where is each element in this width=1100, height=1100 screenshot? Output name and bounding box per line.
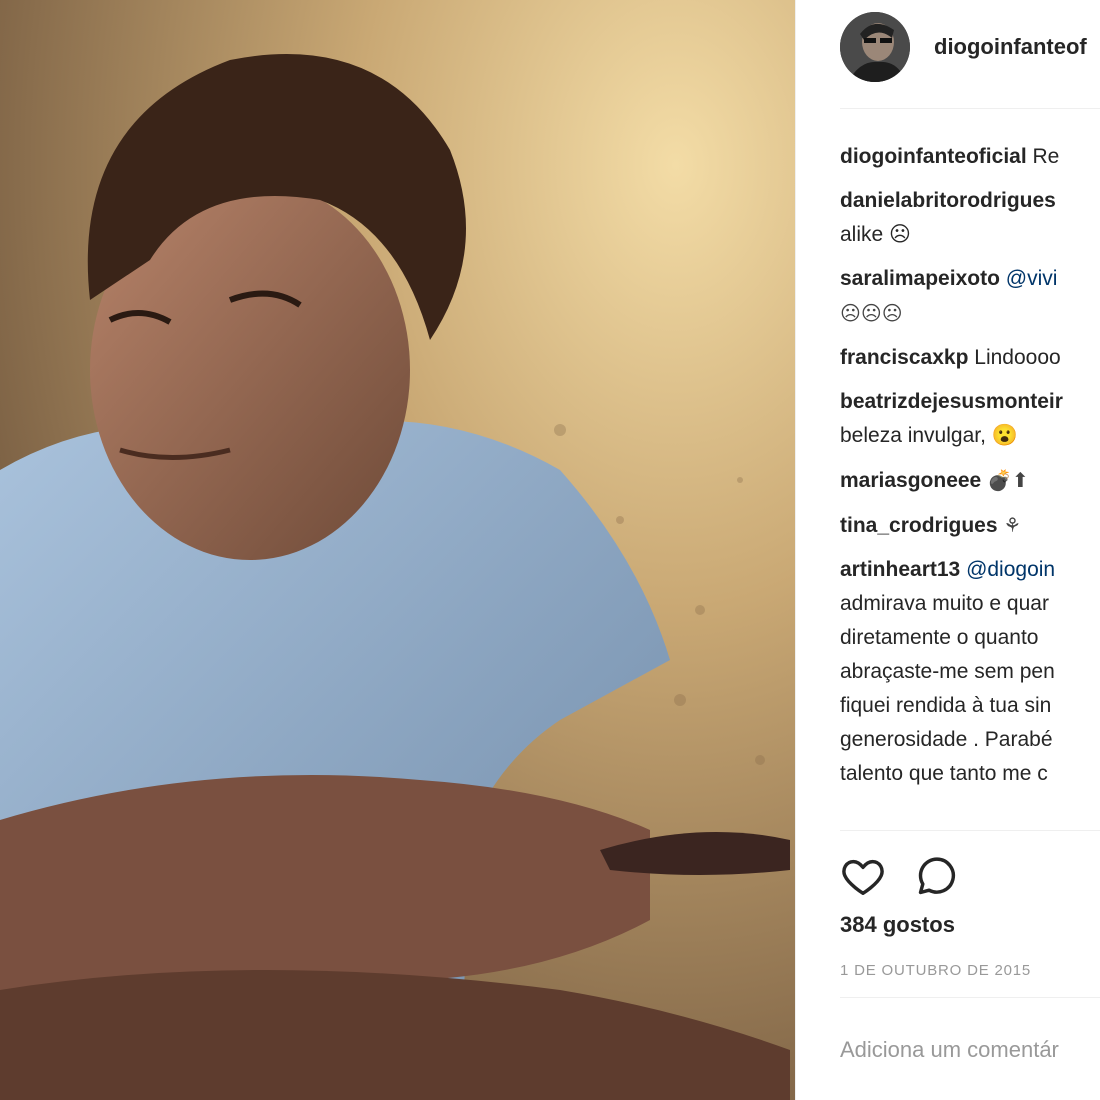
comment-text-line: abraçaste-me sem pen — [840, 660, 1055, 683]
comment-mention[interactable]: @vivi — [1006, 267, 1058, 290]
like-button[interactable] — [840, 853, 886, 899]
comment-username[interactable]: saralimapeixoto — [840, 267, 1000, 290]
post-sidebar: diogoinfanteof diogoinfanteoficial Re da… — [796, 0, 1100, 1100]
caption-username[interactable]: diogoinfanteoficial — [840, 145, 1027, 168]
comment-text: ⚘ — [1003, 513, 1022, 537]
comment-username[interactable]: mariasgoneee — [840, 469, 981, 492]
heart-icon — [842, 859, 884, 895]
comment-text-line: talento que tanto me c — [840, 762, 1048, 785]
comment-button[interactable] — [914, 853, 960, 899]
comment-input[interactable] — [840, 1030, 1100, 1070]
comment-username[interactable]: artinheart13 — [840, 558, 960, 581]
comment-mention[interactable]: @diogoin — [966, 558, 1055, 581]
comments-list: diogoinfanteoficial Re danielabritorodri… — [840, 140, 1100, 791]
comment-text: alike ☹ — [840, 223, 911, 246]
comment-text: ☹☹☹ — [840, 301, 903, 325]
comment-text-line: admirava muito e quar — [840, 592, 1049, 615]
comment: beatrizdejesusmonteir beleza invulgar, 😮 — [840, 385, 1100, 453]
caption: diogoinfanteoficial Re — [840, 140, 1100, 174]
comment: danielabritorodrigues alike ☹ — [840, 184, 1100, 252]
comment-username[interactable]: danielabritorodrigues — [840, 189, 1056, 212]
comment-text-line: fiquei rendida à tua sin — [840, 694, 1052, 717]
post-header: diogoinfanteof — [840, 12, 1100, 109]
post-date[interactable]: 1 DE OUTUBRO DE 2015 — [840, 962, 1031, 979]
input-divider — [840, 997, 1100, 998]
avatar[interactable] — [840, 12, 910, 82]
comment: artinheart13 @diogoin admirava muito e q… — [840, 553, 1100, 791]
actions-divider — [840, 830, 1100, 831]
comment-text: 💣⬆ — [987, 468, 1029, 492]
avatar-image — [840, 12, 910, 82]
comment: saralimapeixoto @vivi ☹☹☹ — [840, 262, 1100, 331]
comment-username[interactable]: franciscaxkp — [840, 346, 968, 369]
header-divider — [840, 108, 1100, 109]
likes-count[interactable]: 384 gostos — [840, 912, 955, 938]
comment-text: beleza invulgar, 😮 — [840, 424, 1018, 447]
comment-text: Lindoooo — [974, 346, 1061, 369]
comment-text-line: generosidade . Parabé — [840, 728, 1053, 751]
comment-username[interactable]: tina_crodrigues — [840, 514, 998, 537]
header-username[interactable]: diogoinfanteof — [934, 34, 1087, 60]
photo-illustration — [0, 0, 795, 1100]
comment-username[interactable]: beatrizdejesusmonteir — [840, 390, 1063, 413]
comment: mariasgoneee 💣⬆ — [840, 463, 1100, 498]
comment: franciscaxkp Lindoooo — [840, 341, 1100, 375]
comment-text-line: diretamente o quanto — [840, 626, 1039, 649]
post-photo[interactable] — [0, 0, 795, 1100]
caption-text: Re — [1032, 145, 1060, 168]
comment-icon — [918, 857, 956, 895]
comment: tina_crodrigues ⚘ — [840, 508, 1100, 543]
